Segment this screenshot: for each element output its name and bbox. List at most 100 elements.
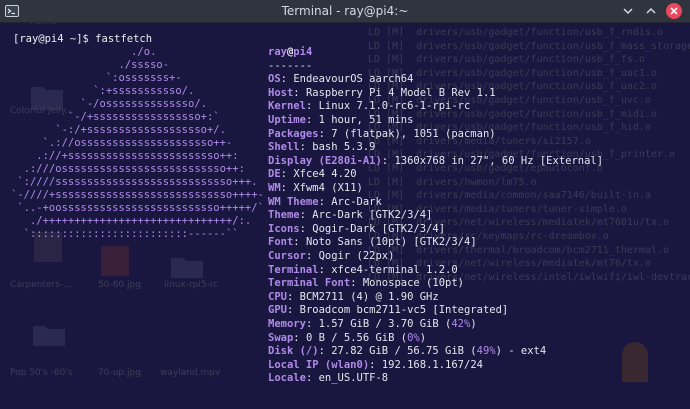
info-key: Shell bbox=[268, 141, 300, 154]
logo-line: `:osssssss+- bbox=[11, 72, 182, 84]
info-sep: : bbox=[299, 222, 313, 235]
close-button[interactable] bbox=[666, 3, 682, 19]
terminal-output[interactable]: [ray@pi4 ~]$ fastfetch ./o. ./sssso- `:o… bbox=[0, 23, 690, 409]
info-row: OS: EndeavourOS aarch64 bbox=[268, 73, 413, 86]
info-key: WM Theme bbox=[268, 195, 319, 208]
shell-prompt: [ray@pi4 ~]$ fastfetch bbox=[13, 33, 153, 45]
info-value: Raspberry Pi 4 Model B Rev 1.1 bbox=[305, 86, 496, 99]
info-key: Swap bbox=[268, 331, 294, 344]
maximize-button[interactable] bbox=[643, 3, 659, 19]
info-key: Theme bbox=[268, 209, 300, 222]
info-value: Qogir-Dark [GTK2/3/4] bbox=[312, 222, 446, 235]
username: ray bbox=[268, 46, 287, 58]
info-percent: 0% bbox=[407, 331, 420, 344]
minimize-button[interactable] bbox=[620, 3, 636, 19]
info-row: Packages: 7 (flatpak), 1051 (pacman) bbox=[268, 128, 496, 141]
info-key: Locale bbox=[268, 372, 306, 385]
info-tail: ) bbox=[419, 331, 427, 344]
info-value: 1.57 GiB / 3.70 GiB ( bbox=[318, 318, 452, 330]
info-sep: : bbox=[280, 73, 294, 86]
info-sep: : bbox=[305, 318, 319, 330]
info-row: Icons: Qogir-Dark [GTK2/3/4] bbox=[268, 223, 445, 236]
info-row: Cursor: Qogir (22px) bbox=[268, 250, 394, 263]
info-sep: : bbox=[305, 100, 319, 113]
info-value: en_US.UTF-8 bbox=[318, 372, 389, 385]
info-row: CPU: BCM2711 (4) @ 1.90 GHz bbox=[268, 291, 439, 304]
info-key: Kernel bbox=[268, 100, 306, 113]
info-value: xfce4-terminal 1.2.0 bbox=[331, 263, 458, 276]
terminal-window[interactable]: Terminal - ray@pi4:~ Colorful Jelly... C… bbox=[0, 0, 690, 409]
info-value: Linux 7.1.0-rc6-1-rpi-rc bbox=[318, 100, 471, 113]
window-title: Terminal - ray@pi4:~ bbox=[281, 4, 409, 18]
title-bar[interactable]: Terminal - ray@pi4:~ bbox=[0, 0, 690, 23]
logo-line: `:::::::::::::::::::::::::------`` bbox=[11, 228, 239, 240]
info-row: Memory: 1.57 GiB / 3.70 GiB (42%) bbox=[268, 318, 477, 331]
info-key: Terminal Font bbox=[268, 277, 351, 290]
info-row: Local IP (wlan0): 192.168.1.167/24 bbox=[268, 359, 483, 372]
info-value: Qogir (22px) bbox=[318, 250, 395, 262]
info-row: Locale: en_US.UTF-8 bbox=[268, 372, 388, 385]
info-key: WM bbox=[268, 182, 281, 194]
info-sep: : bbox=[293, 236, 306, 249]
info-value: 1360x768 in 27", 60 Hz [External] bbox=[394, 154, 604, 167]
info-value: Arc-Dark [GTK2/3/4] bbox=[312, 209, 433, 222]
info-key: Font bbox=[268, 236, 294, 249]
info-row: WM: Xfwm4 (X11) bbox=[268, 182, 363, 195]
info-sep: : bbox=[286, 290, 300, 303]
logo-line: `.://osssssssssssssssssssso++- bbox=[11, 137, 233, 149]
info-tail: ) bbox=[470, 318, 477, 330]
logo-line: ./++++++++++++++++++++++++++++++/:. bbox=[11, 215, 252, 227]
minimize-icon bbox=[623, 8, 633, 15]
info-sep: : bbox=[305, 372, 319, 385]
info-key: Memory bbox=[268, 318, 306, 330]
info-key: Local IP (wlan0) bbox=[268, 358, 370, 371]
info-key: GPU bbox=[268, 304, 287, 317]
logo-line: .://+ssssssssssssssssssssssso++: bbox=[11, 150, 239, 162]
logo-line: `:////ssssssssssssssssssssssssssso+++. bbox=[11, 176, 258, 188]
user-host-line: ray@pi4 bbox=[268, 46, 312, 59]
info-value: Noto Sans (10pt) [GTK2/3/4] bbox=[305, 236, 477, 249]
info-tail: ) - ext4 bbox=[495, 345, 547, 358]
info-value: 1 hour, 51 mins bbox=[318, 114, 414, 126]
info-sep: : bbox=[305, 250, 319, 262]
hostname: pi4 bbox=[293, 46, 313, 58]
info-value: BCM2711 (4) @ 1.90 GHz bbox=[299, 290, 439, 303]
info-value: 27.82 GiB / 56.75 GiB ( bbox=[331, 345, 477, 358]
info-sep: : bbox=[293, 86, 306, 99]
info-key: Terminal bbox=[268, 263, 319, 276]
logo-line: `-/ossssssssssssso/. bbox=[11, 98, 207, 110]
maximize-icon bbox=[646, 7, 656, 14]
info-value: Monospace (10pt) bbox=[362, 277, 464, 290]
info-sep: : bbox=[293, 331, 306, 344]
logo-line: `..-+oosssssssssssssssssssssssso+++++/` bbox=[11, 202, 264, 214]
info-value: Broadcom bcm2711-vc5 [Integrated] bbox=[299, 304, 509, 317]
info-key: OS bbox=[268, 73, 281, 86]
logo-line: ./o. bbox=[11, 46, 157, 58]
info-sep: : bbox=[299, 209, 313, 222]
info-row: Terminal Font: Monospace (10pt) bbox=[268, 277, 464, 290]
info-value: 0 B / 5.56 GiB ( bbox=[305, 331, 408, 344]
info-sep: : bbox=[318, 345, 332, 358]
info-row: Terminal: xfce4-terminal 1.2.0 bbox=[268, 264, 458, 277]
info-sep: : bbox=[280, 182, 294, 194]
info-key: Icons bbox=[268, 222, 300, 235]
info-value: 7 (flatpak), 1051 (pacman) bbox=[331, 127, 496, 140]
info-row: Display (E280i-A1): 1360x768 in 27", 60 … bbox=[268, 155, 603, 168]
info-row: Uptime: 1 hour, 51 mins bbox=[268, 114, 413, 127]
logo-line: `-/+sssssssssssssssso+:` bbox=[11, 111, 220, 123]
info-sep: : bbox=[381, 154, 395, 167]
info-row: Swap: 0 B / 5.56 GiB (0%) bbox=[268, 332, 426, 345]
info-key: Packages bbox=[268, 127, 319, 140]
info-key: CPU bbox=[268, 290, 287, 303]
terminal-content[interactable]: Colorful Jelly... Carpenters-... 50-60.j… bbox=[0, 23, 690, 409]
info-key: Uptime bbox=[268, 114, 306, 126]
logo-line: .:///ossssssssssssssssssssssssso++: bbox=[11, 163, 245, 175]
info-row: DE: Xfce4 4.20 bbox=[268, 168, 357, 181]
info-sep: : bbox=[280, 168, 294, 181]
logo-line: `:+sssssssssso/. bbox=[11, 85, 195, 97]
separator-line: ------- bbox=[268, 59, 313, 72]
info-value: 192.168.1.167/24 bbox=[381, 358, 483, 371]
info-key: Disk (/) bbox=[268, 345, 319, 358]
info-sep: : bbox=[318, 127, 332, 140]
info-percent: 49% bbox=[476, 345, 496, 358]
